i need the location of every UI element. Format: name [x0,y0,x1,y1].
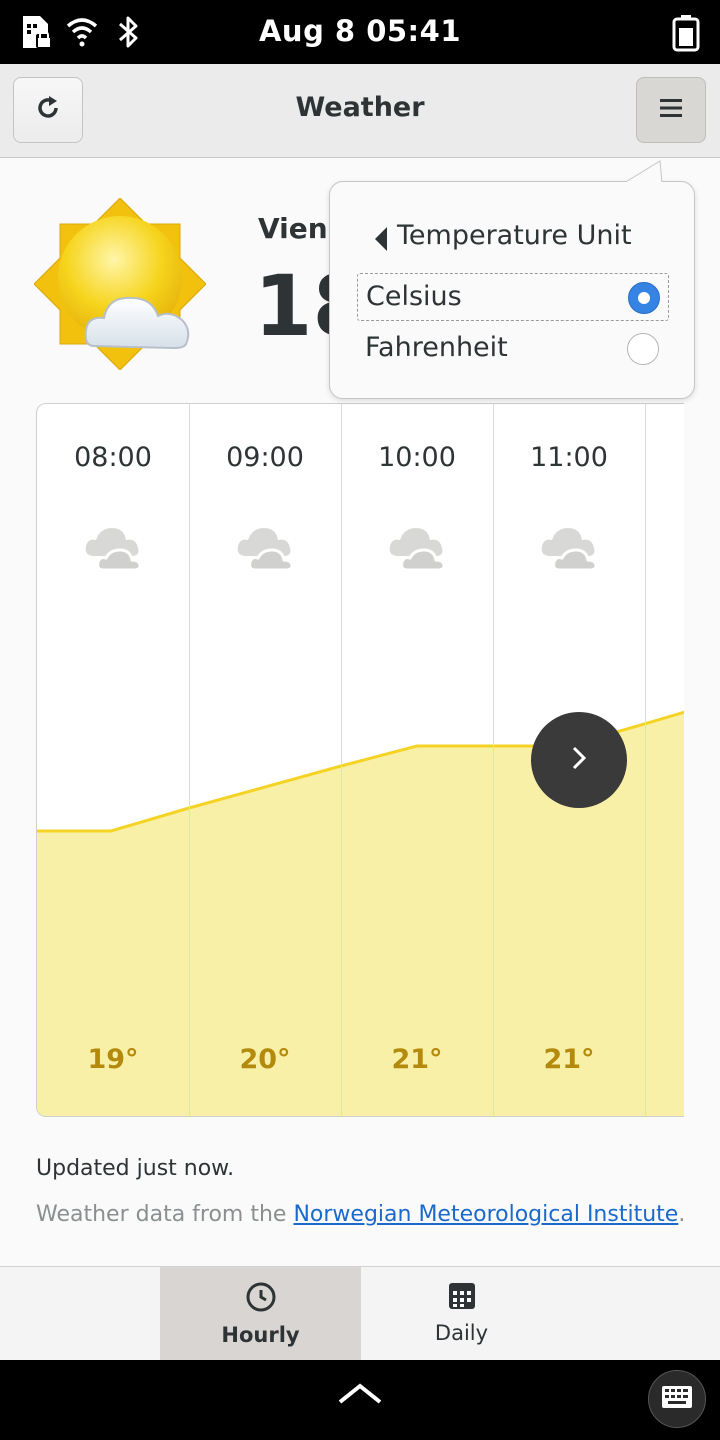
app-title: Weather [295,92,425,123]
hour-time: 08:00 [74,442,152,473]
attribution-prefix: Weather data from the [36,1202,294,1227]
cloudy-icon [189,516,341,576]
system-nav-bar [0,1360,720,1440]
battery-icon [670,14,702,56]
hour-time: 11:00 [530,442,608,473]
cloudy-icon [37,516,189,576]
chevron-right-icon [569,744,589,776]
back-arrow-icon[interactable] [374,227,388,255]
weather-app-window: Weather Vienna 08:00 09:00 10:00 11:00 1… [0,64,720,1360]
clock-icon [245,1281,277,1317]
attribution-suffix: . [678,1202,686,1227]
popover-title[interactable]: Temperature Unit [397,220,632,251]
temperature-unit-popover: Temperature Unit Celsius Fahrenheit [329,160,695,399]
tab-hourly[interactable]: Hourly [160,1267,361,1360]
hamburger-menu-icon [659,97,683,123]
cloudy-icon [341,516,493,576]
status-bar: Aug 8 05:41 [0,0,720,64]
keyboard-toggle-button[interactable] [648,1370,706,1428]
unit-option-fahrenheit[interactable]: Fahrenheit [357,325,669,373]
partly-cloudy-sun-icon [33,197,207,371]
tab-hourly-label: Hourly [221,1323,300,1347]
main-menu-button[interactable] [636,77,706,143]
attribution-text: Weather data from the Norwegian Meteorol… [36,1202,685,1227]
popover-arrow [624,160,664,184]
keyboard-icon [662,1386,692,1412]
tab-daily-label: Daily [434,1321,489,1345]
column-divider [189,404,190,1116]
hourly-forecast-panel[interactable]: 08:00 09:00 10:00 11:00 19° 20° 21° 21° [36,403,684,1117]
hour-temperature: 21° [391,1044,443,1075]
hour-temperature: 20° [239,1044,291,1075]
column-divider [493,404,494,1116]
attribution-link[interactable]: Norwegian Meteorological Institute [293,1202,678,1227]
calendar-icon [447,1281,477,1315]
radio-unselected-icon[interactable] [627,333,659,365]
chevron-up-icon[interactable] [338,1382,382,1410]
unit-option-label: Celsius [366,281,462,312]
column-divider [645,404,646,1116]
updated-status: Updated just now. [36,1156,235,1181]
unit-option-label: Fahrenheit [365,332,508,363]
tab-daily[interactable]: Daily [361,1267,562,1360]
header-bar: Weather [0,64,720,158]
scroll-next-button[interactable] [531,712,627,808]
status-time: Aug 8 05:41 [258,14,462,48]
unit-option-celsius[interactable]: Celsius [357,273,669,321]
column-divider [341,404,342,1116]
hour-temperature: 21° [543,1044,595,1075]
view-switcher: Hourly Daily [0,1266,720,1360]
cloudy-icon [493,516,645,576]
hour-temperature: 19° [87,1044,139,1075]
hour-time: 09:00 [226,442,304,473]
hour-time: 10:00 [378,442,456,473]
radio-selected-icon[interactable] [628,282,660,314]
